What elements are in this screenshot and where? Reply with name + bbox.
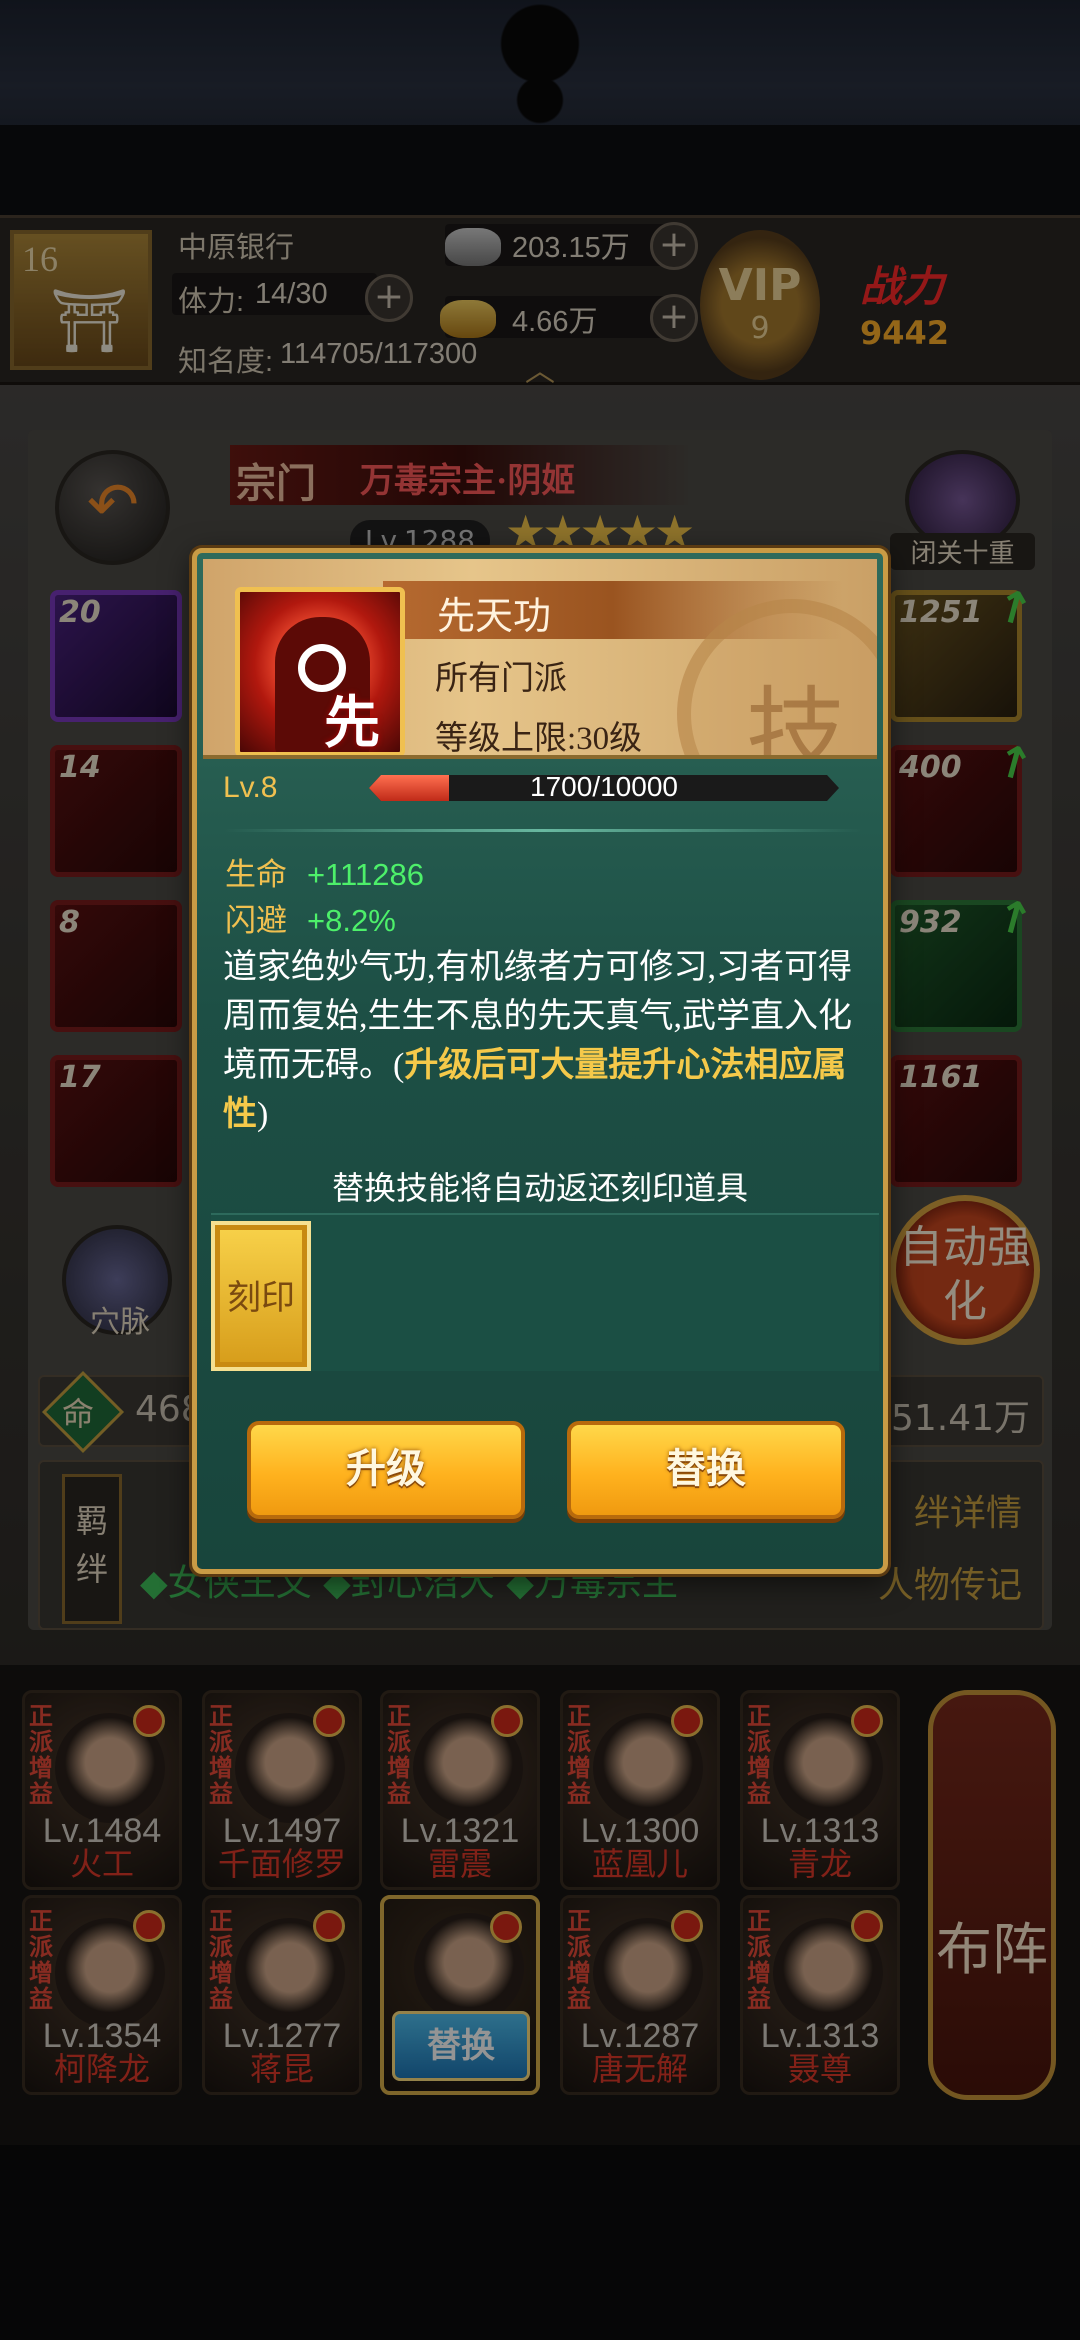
exp-text: 1700/10000 bbox=[530, 771, 678, 802]
stat-life-value: +111286 bbox=[307, 857, 424, 892]
stat-dodge-value: +8.2% bbox=[307, 903, 396, 938]
desc-close: ) bbox=[257, 1096, 269, 1133]
stat-life-label: 生命 bbox=[225, 857, 287, 892]
seal-panel: 刻印 bbox=[211, 1213, 879, 1371]
replace-button[interactable]: 替换 bbox=[567, 1421, 845, 1519]
replace-notice: 替换技能将自动返还刻印道具 bbox=[331, 1170, 748, 1206]
stat-dodge: 闪避 +8.2% bbox=[225, 895, 396, 940]
skill-level: Lv.8 bbox=[223, 771, 278, 804]
skill-icon: 先 bbox=[235, 587, 405, 755]
skill-header: 技 先 先天功 所有门派 等级上限:30级 bbox=[203, 559, 877, 759]
skill-icon-char: 先 bbox=[324, 693, 380, 755]
upgrade-button[interactable]: 升级 bbox=[247, 1421, 525, 1519]
skill-school: 所有门派 bbox=[435, 661, 567, 697]
emblem-char: 技 bbox=[746, 680, 846, 759]
skill-detail-modal: 技 先 先天功 所有门派 等级上限:30级 Lv.8 1700/10000 生命… bbox=[192, 548, 888, 1574]
skill-name: 先天功 bbox=[437, 596, 552, 638]
stat-life: 生命 +111286 bbox=[225, 849, 424, 894]
seal-item[interactable]: 刻印 bbox=[211, 1221, 311, 1371]
divider bbox=[223, 829, 863, 832]
skill-description: 道家绝妙气功,有机缘者方可修习,习者可得周而复始,生生不息的先天真气,武学直入化… bbox=[223, 943, 871, 1139]
stat-dodge-label: 闪避 bbox=[225, 903, 287, 938]
skill-level-cap: 等级上限:30级 bbox=[435, 721, 643, 757]
game-screen: 16 ⛩ 中原银行 体力: 14/30 + 知名度: 114705/117300… bbox=[0, 0, 1080, 2340]
